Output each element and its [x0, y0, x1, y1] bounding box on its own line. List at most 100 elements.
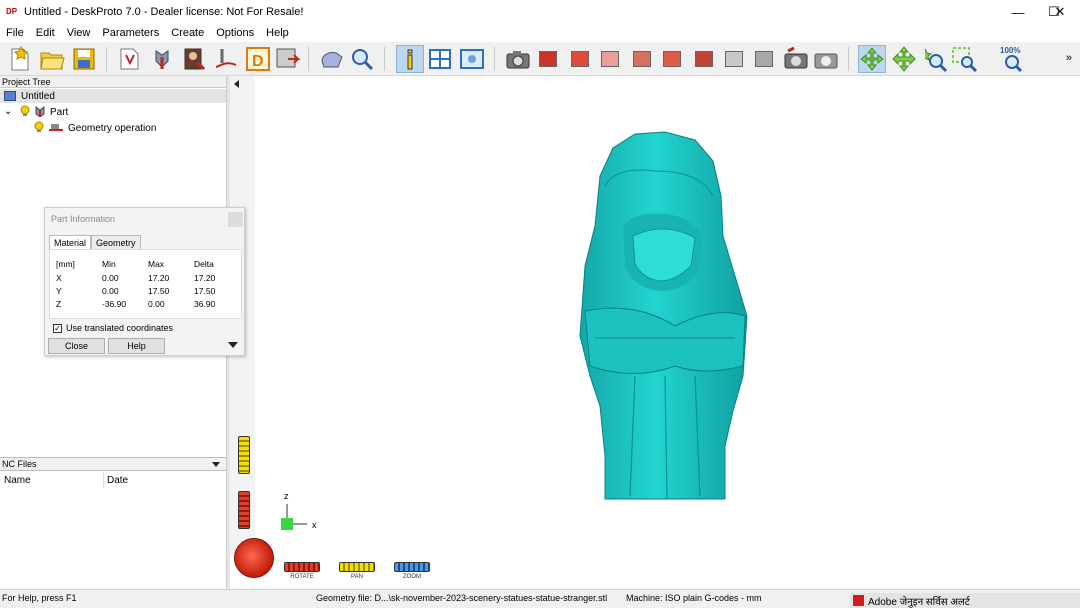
view-reset-icon[interactable]	[782, 45, 810, 73]
cutter-path-icon[interactable]	[212, 45, 240, 73]
row-z-max: 0.00	[148, 299, 165, 309]
menu-file[interactable]: File	[0, 27, 30, 39]
bitmap-icon[interactable]	[180, 45, 208, 73]
nc-files-header: NC Files	[0, 457, 226, 471]
nc-files-dropdown-icon[interactable]	[212, 462, 220, 467]
window-title: Untitled - DeskProto 7.0 - Dealer licens…	[24, 6, 304, 18]
help-button[interactable]: Help	[108, 338, 165, 354]
tab-geometry[interactable]: Geometry	[91, 235, 141, 250]
load-part-icon[interactable]	[116, 45, 144, 73]
expand-down-icon[interactable]	[228, 342, 238, 348]
view-right-icon[interactable]	[658, 45, 686, 73]
view-window-icon[interactable]	[458, 45, 486, 73]
simulation-icon[interactable]	[318, 45, 346, 73]
checkbox-label: Use translated coordinates	[66, 323, 174, 333]
view-back-icon[interactable]	[596, 45, 624, 73]
row-y-min: 0.00	[102, 286, 119, 296]
checkbox-checked-icon[interactable]: ✓	[53, 323, 62, 333]
rotate-tool-icon[interactable]	[858, 45, 886, 73]
rotate-wheel[interactable]	[284, 562, 320, 572]
3d-viewport[interactable]: z x	[255, 76, 1080, 556]
row-z-min: -36.90	[102, 299, 127, 309]
view-top-icon[interactable]	[534, 45, 562, 73]
model-canvas[interactable]: z x	[255, 76, 1080, 556]
open-folder-icon[interactable]	[38, 45, 66, 73]
zoom-wheel[interactable]	[394, 562, 430, 572]
title-bar: DP Untitled - DeskProto 7.0 - Dealer lic…	[0, 0, 1080, 24]
svg-text:D: D	[252, 53, 264, 70]
tree-item-part[interactable]: ⌄ Part	[4, 105, 68, 119]
row-y-axis: Y	[56, 286, 62, 296]
new-project-icon[interactable]	[6, 45, 34, 73]
zoom-tool-icon[interactable]	[920, 45, 948, 73]
dialog-close-icon[interactable]	[228, 212, 243, 227]
nc-files-title: NC Files	[2, 459, 37, 469]
row-y-max: 17.50	[148, 286, 170, 296]
menu-options[interactable]: Options	[210, 27, 260, 39]
statue-model	[579, 131, 748, 500]
part-transform-icon[interactable]	[148, 45, 176, 73]
info-icon[interactable]	[396, 45, 424, 73]
menu-help[interactable]: Help	[260, 27, 295, 39]
tab-material[interactable]: Material	[49, 235, 92, 250]
column-unit: [mm]	[56, 259, 75, 269]
pan-wheel[interactable]	[339, 562, 375, 572]
column-name[interactable]: Name	[4, 475, 31, 486]
rotate-vertical-wheel[interactable]	[238, 491, 250, 529]
column-date[interactable]: Date	[107, 475, 128, 486]
status-machine: Machine: ISO plain G-codes - mm	[626, 593, 762, 603]
part-icon	[34, 105, 46, 120]
project-icon	[4, 91, 16, 101]
pan-vertical-wheel[interactable]	[238, 436, 250, 474]
view-wheels-bar: ROTATE PAN ZOOM	[230, 538, 1080, 589]
view-left-icon[interactable]	[628, 45, 656, 73]
row-x-delta: 17.20	[194, 273, 216, 283]
dimensions-table: [mm] Min Max Delta X 0.00 17.20 17.20 Y …	[49, 249, 242, 319]
view-front-icon[interactable]	[566, 45, 594, 73]
main-toolbar: D 100% »	[0, 42, 1080, 76]
tree-item-untitled[interactable]: Untitled	[0, 89, 226, 103]
menu-view[interactable]: View	[61, 27, 97, 39]
drawing-icon[interactable]: D	[244, 45, 272, 73]
tree-part-label: Part	[50, 106, 69, 118]
view-previous-icon[interactable]	[812, 45, 840, 73]
save-nc-icon[interactable]	[274, 45, 302, 73]
lightbulb-icon[interactable]	[20, 105, 30, 120]
view-iso-icon[interactable]	[720, 45, 748, 73]
menu-create[interactable]: Create	[165, 27, 210, 39]
collapse-arrow-icon[interactable]	[234, 80, 239, 88]
toolbar-overflow-icon[interactable]: »	[1066, 52, 1072, 64]
column-delta: Delta	[194, 259, 214, 269]
status-geometry-file: Geometry file: D...\sk-november-2023-sce…	[316, 593, 608, 603]
save-icon[interactable]	[70, 45, 98, 73]
row-z-axis: Z	[56, 299, 62, 309]
pan-tool-icon[interactable]	[890, 45, 918, 73]
row-y-delta: 17.50	[194, 286, 216, 296]
zoom-100-icon[interactable]: 100%	[998, 45, 1026, 73]
rotate-dial[interactable]	[234, 538, 274, 578]
zoom-window-icon[interactable]	[950, 45, 978, 73]
notification-text: Adobe जेनुइन सर्विस अलर्ट	[868, 596, 970, 608]
close-dialog-button[interactable]: Close	[48, 338, 105, 354]
axis-z-label: z	[284, 491, 289, 501]
notification-toast[interactable]: Adobe जेनुइन सर्विस अलर्ट	[850, 593, 1080, 608]
expand-chevron-icon[interactable]: ⌄	[4, 107, 16, 117]
row-z-delta: 36.90	[194, 299, 216, 309]
view-bottom-icon[interactable]	[690, 45, 718, 73]
lightbulb-icon[interactable]	[34, 121, 44, 136]
zoom-label: ZOOM	[403, 574, 421, 580]
tree-item-geometry-operation[interactable]: Geometry operation	[34, 121, 156, 135]
close-button[interactable]: ✕	[1042, 0, 1078, 24]
adobe-icon	[853, 595, 864, 606]
translated-coords-checkbox[interactable]: ✓ Use translated coordinates	[53, 323, 173, 333]
camera-view-icon[interactable]	[504, 45, 532, 73]
pan-label: PAN	[351, 574, 363, 580]
row-x-axis: X	[56, 273, 62, 283]
menu-parameters[interactable]: Parameters	[96, 27, 165, 39]
preview-zoom-icon[interactable]	[348, 45, 376, 73]
view-iso2-icon[interactable]	[750, 45, 778, 73]
nc-files-columns: Name Date	[0, 472, 226, 488]
layout-icon[interactable]	[426, 45, 454, 73]
axis-indicator: z x	[281, 491, 317, 530]
menu-edit[interactable]: Edit	[30, 27, 61, 39]
